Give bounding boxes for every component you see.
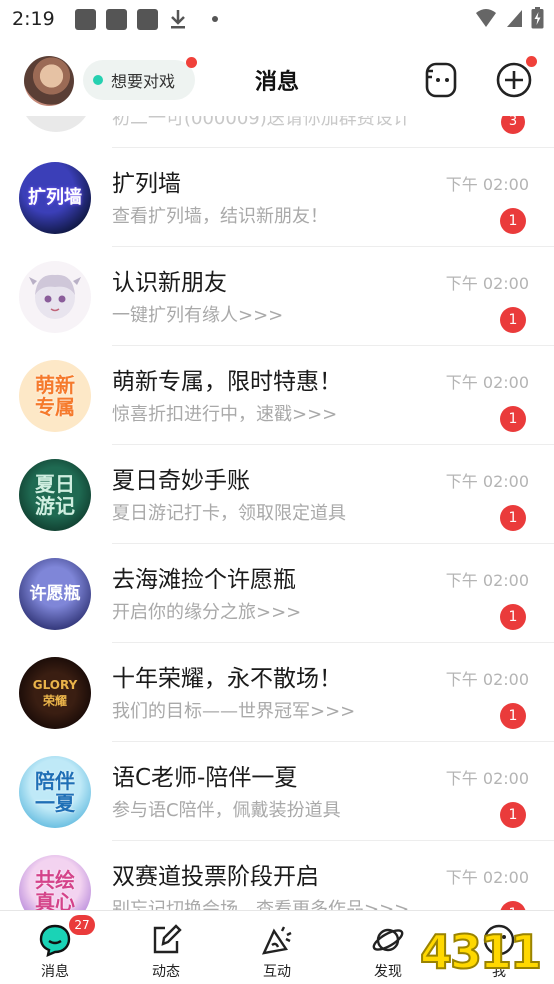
battery-charging-icon (531, 7, 544, 29)
unread-badge: 1 (500, 901, 526, 910)
avatar-text: 萌新专属 (35, 373, 75, 419)
list-item[interactable]: 扩列墙 扩列墙 查看扩列墙，结识新朋友！ 下午 02:00 1 (0, 148, 554, 247)
download-icon (170, 10, 185, 29)
status-pill-badge (186, 57, 197, 68)
conversation-avatar: 陪伴一夏 (19, 756, 91, 828)
chat-bubble-icon (39, 924, 71, 957)
unread-badge: 1 (500, 604, 526, 630)
edit-icon (153, 924, 182, 954)
planet-icon (372, 928, 404, 952)
add-button[interactable] (494, 56, 537, 100)
add-button-badge (526, 56, 537, 67)
my-avatar[interactable] (24, 56, 74, 106)
avatar-text: 陪伴一夏 (35, 769, 75, 815)
avatar-text: 共绘真心 (35, 868, 75, 910)
sparkle-cone-icon (261, 926, 292, 955)
wifi-icon (476, 9, 496, 27)
unread-badge: 1 (500, 208, 526, 234)
conversation-avatar: 共绘真心 (19, 855, 91, 910)
conversation-avatar: 萌新专属 (19, 360, 91, 432)
tab-messages[interactable]: 27 消息 (0, 911, 110, 984)
conversation-name: 萌新专属，限时特惠！ (112, 369, 342, 395)
conversation-avatar (19, 261, 91, 333)
conversation-time: 下午 02:00 (445, 571, 529, 590)
anime-girl-icon (29, 274, 81, 319)
conversation-name: 认识新朋友 (112, 270, 227, 296)
unread-badge: 1 (500, 703, 526, 729)
avatar-text: 扩列墙 (28, 187, 82, 208)
more-notifications-icon (211, 16, 218, 22)
avatar-text: 许愿瓶 (29, 584, 81, 604)
app-notification-icon (74, 8, 96, 30)
list-item[interactable]: 夏日游记 夏日奇妙手账 夏日游记打卡，领取限定道具 下午 02:00 1 (0, 445, 554, 544)
unread-badge: 1 (500, 802, 526, 828)
robot-icon (425, 62, 457, 98)
conversation-time: 下午 02:00 (445, 472, 529, 491)
conversation-preview: 夏日游记打卡，领取限定道具 (112, 503, 346, 524)
app-header: 想要对戏 消息 (0, 44, 554, 116)
list-item[interactable]: 认识新朋友 一键扩列有缘人>>> 下午 02:00 1 (0, 247, 554, 346)
app-notification-icon (136, 8, 158, 30)
tab-moments[interactable]: 动态 (111, 911, 221, 984)
list-item[interactable]: 许愿瓶 去海滩捡个许愿瓶 开启你的缘分之旅>>> 下午 02:00 1 (0, 544, 554, 643)
status-pill[interactable]: 想要对戏 (83, 57, 197, 100)
tab-label: 互动 (263, 964, 291, 980)
conversation-avatar (20, 116, 92, 132)
avatar-text: GLORY 荣耀 (32, 678, 78, 708)
tab-interaction[interactable]: 互动 (222, 911, 332, 984)
list-item[interactable]: 陪伴一夏 语C老师-陪伴一夏 参与语C陪伴，佩戴装扮道具 下午 02:00 1 (0, 742, 554, 841)
conversation-preview: 参与语C陪伴，佩戴装扮道具 (112, 800, 341, 821)
unread-badge: 1 (500, 505, 526, 531)
conversation-preview: 惊喜折扣进行中，速戳>>> (112, 404, 338, 425)
conversation-preview: 查看扩列墙，结识新朋友！ (112, 206, 328, 227)
robot-button[interactable] (421, 60, 461, 100)
conversation-time: 下午 02:00 (445, 670, 529, 689)
conversation-avatar: 许愿瓶 (19, 558, 91, 630)
unread-badge: 1 (500, 307, 526, 333)
conversation-name: 扩列墙 (112, 171, 181, 197)
conversation-name: 十年荣耀，永不散场！ (112, 666, 342, 692)
conversation-time: 下午 02:00 (445, 769, 529, 788)
messages-unread-badge: 27 (69, 915, 95, 935)
conversation-preview: 我们的目标——世界冠军>>> (112, 701, 356, 722)
notification-icons (74, 8, 218, 30)
conversation-preview: 别忘记切换会场，查看更多作品>>> (112, 899, 410, 910)
conversation-preview: 一键扩列有缘人>>> (112, 305, 284, 326)
avatar-text: 夏日游记 (35, 472, 75, 518)
conversation-list[interactable]: 初二一可(000009)送请你加群费设计 3 扩列墙 扩列墙 查看扩列墙，结识新… (0, 116, 554, 910)
unread-badge: 1 (500, 406, 526, 432)
status-bar: 2:19 (0, 0, 554, 38)
online-status-dot (93, 75, 103, 85)
conversation-preview: 初二一可(000009)送请你加群费设计 (112, 116, 411, 129)
list-item[interactable]: 共绘真心 双赛道投票阶段开启 别忘记切换会场，查看更多作品>>> 下午 02:0… (0, 841, 554, 910)
page-title: 消息 (254, 70, 299, 95)
conversation-preview: 开启你的缘分之旅>>> (112, 602, 302, 623)
unread-badge: 3 (501, 116, 525, 134)
conversation-time: 下午 02:00 (445, 373, 529, 392)
conversation-name: 语C老师-陪伴一夏 (112, 765, 298, 791)
status-time: 2:19 (12, 8, 55, 30)
app-notification-icon (105, 8, 127, 30)
tab-label: 消息 (41, 964, 69, 980)
tab-label: 动态 (152, 964, 180, 980)
conversation-name: 双赛道投票阶段开启 (112, 864, 319, 890)
conversation-avatar: GLORY 荣耀 (19, 657, 91, 729)
conversation-time: 下午 02:00 (445, 175, 529, 194)
cell-signal-icon (507, 10, 522, 27)
conversation-avatar: 扩列墙 (19, 162, 91, 234)
conversation-time: 下午 02:00 (445, 274, 529, 293)
conversation-time: 下午 02:00 (445, 868, 529, 887)
conversation-name: 去海滩捡个许愿瓶 (112, 567, 296, 593)
system-status-icons (475, 7, 544, 29)
status-pill-label: 想要对戏 (111, 72, 176, 91)
list-item[interactable]: GLORY 荣耀 十年荣耀，永不散场！ 我们的目标——世界冠军>>> 下午 02… (0, 643, 554, 742)
watermark-logo: 4311 (419, 924, 543, 980)
list-item[interactable]: 初二一可(000009)送请你加群费设计 3 (0, 116, 554, 148)
list-item[interactable]: 萌新专属 萌新专属，限时特惠！ 惊喜折扣进行中，速戳>>> 下午 02:00 1 (0, 346, 554, 445)
conversation-avatar: 夏日游记 (19, 459, 91, 531)
conversation-name: 夏日奇妙手账 (112, 468, 250, 494)
